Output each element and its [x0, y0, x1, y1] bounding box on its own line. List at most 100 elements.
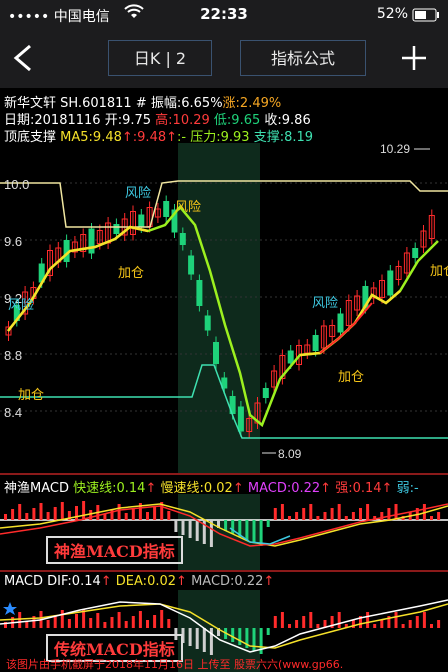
macd-bar	[422, 612, 426, 628]
y-tick-1: 10.0	[4, 177, 29, 192]
macd-bar	[167, 511, 171, 520]
macd-bar	[160, 610, 164, 628]
annotation-risk-1: 风险	[125, 186, 151, 201]
candlestick-chart[interactable]: 10.0 9.6 9.2 8.8 8.4 10.29 8.09 风险 风险 加仓…	[0, 143, 448, 473]
macd-bar	[103, 622, 107, 628]
macd-bar	[330, 508, 334, 520]
macd-bar	[146, 512, 149, 520]
macd-bar	[110, 509, 114, 520]
macd-bar	[75, 506, 78, 520]
watermark-text: 该图片由手机截屏于2018年11月16日 上传至 股票六六(www.gp66.	[6, 658, 344, 671]
macd-bar	[231, 628, 235, 642]
macd-bar	[359, 508, 362, 520]
macd-bar	[75, 614, 78, 628]
macd-bar	[117, 612, 121, 628]
macd-bar	[153, 615, 157, 628]
macd-bar	[46, 620, 50, 628]
annotation-add-top: 风险	[175, 200, 201, 215]
annotation-add-2: 加仓	[338, 370, 364, 385]
macd-bar	[295, 620, 299, 628]
macd-bar	[295, 512, 299, 520]
y-tick-5: 8.4	[4, 405, 22, 420]
macd-bar	[174, 520, 178, 532]
sub2-dif: MACD DIF:0.14	[4, 574, 101, 589]
add-icon[interactable]	[398, 40, 430, 76]
macd-bar	[153, 507, 157, 520]
macd-bar	[380, 512, 384, 520]
battery-icon	[412, 8, 440, 26]
macd-bar	[117, 504, 121, 520]
macd-bar	[280, 612, 284, 628]
macd-bar	[188, 628, 192, 646]
macd-bar	[366, 612, 370, 628]
back-icon[interactable]	[8, 40, 38, 76]
macd-bar	[89, 510, 93, 520]
macd-bar	[124, 513, 128, 520]
sub2-header: MACD DIF:0.14↑ DEA:0.02↑ MACD:0.22↑	[4, 574, 275, 589]
sub2-dea: DEA:0.02	[115, 574, 177, 589]
macd-bar	[408, 620, 412, 628]
battery-percent: 52%	[376, 6, 408, 22]
macd-bar	[266, 628, 270, 635]
macd-bar	[288, 624, 291, 628]
macd-bar	[302, 508, 306, 520]
macd-bar	[401, 624, 405, 628]
macd-bar	[131, 616, 135, 628]
macd-bar	[25, 513, 29, 520]
macd-bar	[138, 611, 142, 628]
macd-bar	[316, 624, 320, 628]
macd-bar	[146, 620, 149, 628]
macd-bar	[82, 501, 86, 520]
macd-bar	[366, 504, 370, 520]
macd-bar	[18, 612, 22, 628]
annotation-add-1: 加仓	[118, 266, 144, 281]
macd-bar	[344, 516, 348, 520]
macd-bar	[181, 520, 185, 535]
macd-bar	[131, 508, 135, 520]
macd-bar	[252, 628, 256, 651]
macd-bar	[252, 520, 256, 543]
macd-bar	[394, 504, 398, 520]
macd-bar	[273, 616, 277, 628]
indicator-formula-button[interactable]: 指标公式	[240, 40, 366, 76]
macd-bar	[316, 516, 320, 520]
macd-bar	[394, 612, 398, 628]
macd-bar	[288, 516, 291, 520]
macd-bar	[337, 504, 341, 520]
macd-bar	[188, 520, 192, 538]
status-bar: ••••• 中国电信 22:33 52%	[0, 0, 448, 30]
macd-bar	[380, 620, 384, 628]
macd-bar	[18, 504, 22, 520]
macd-bar	[103, 514, 107, 520]
macd-bar	[430, 516, 433, 520]
macd-bar	[195, 628, 199, 649]
y-tick-2: 9.6	[4, 234, 22, 249]
macd-bar	[273, 508, 277, 520]
macd-bar	[309, 612, 313, 628]
min-price-label: 8.09	[278, 447, 302, 461]
macd-bar	[266, 520, 270, 527]
macd-bar	[437, 512, 441, 520]
macd-bar	[302, 616, 306, 628]
macd-bar	[309, 504, 313, 520]
macd-bar	[437, 620, 441, 628]
macd-bar	[96, 613, 100, 628]
macd-bar	[32, 508, 36, 520]
macd-bar	[238, 628, 242, 645]
star-icon	[3, 602, 17, 615]
macd-bar	[67, 619, 71, 628]
macd-bar	[337, 612, 341, 628]
y-tick-4: 8.8	[4, 348, 22, 363]
period-button[interactable]: 日K | 2	[108, 40, 212, 76]
annotation-risk-left: 风险	[8, 298, 34, 313]
macd-bar	[430, 624, 433, 628]
macd-bar	[231, 520, 235, 534]
annotation-risk-2: 风险	[312, 296, 338, 311]
macd-bar	[53, 507, 57, 520]
nav-bar: 日K | 2 指标公式	[0, 30, 448, 88]
sub2-macd: MACD:0.22	[191, 574, 264, 589]
annotation-add-right: 加仓	[430, 264, 448, 279]
macd-bar	[110, 617, 114, 628]
macd-bar	[351, 512, 355, 520]
macd-bar	[4, 514, 7, 520]
